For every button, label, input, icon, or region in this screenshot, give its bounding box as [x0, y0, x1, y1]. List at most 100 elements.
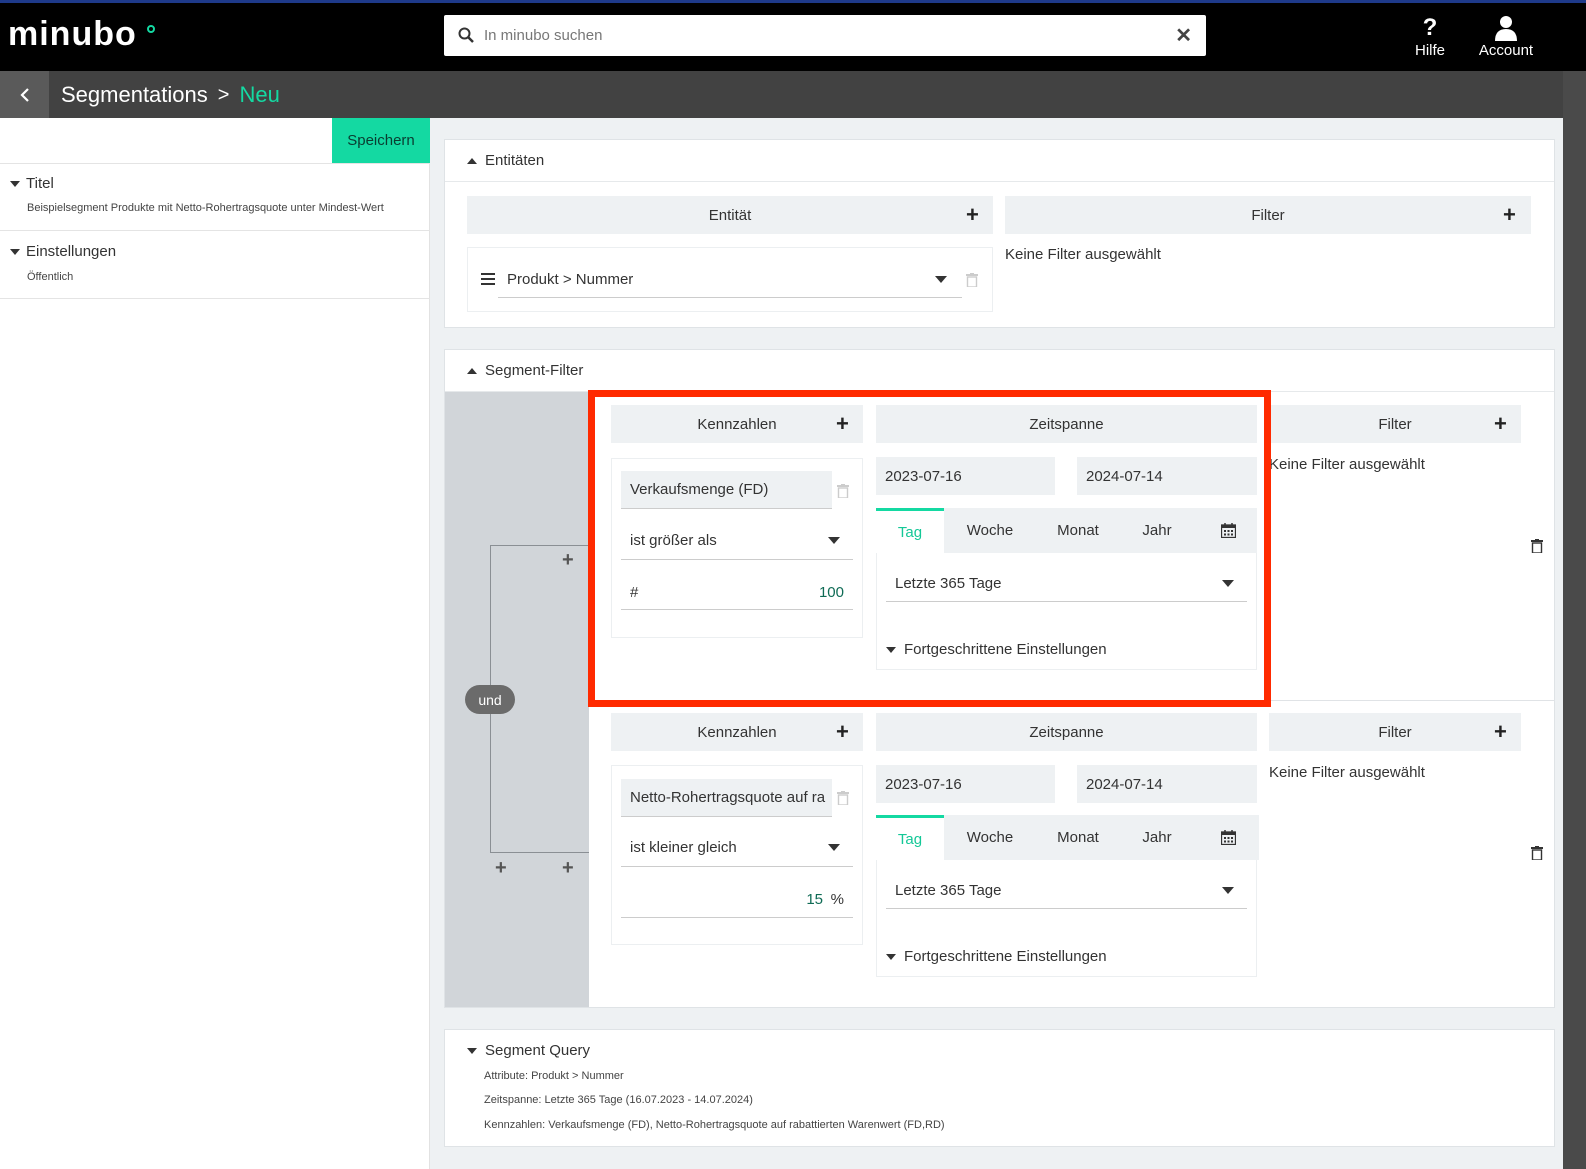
breadcrumb-current: Neu: [239, 82, 280, 107]
minubo-logo[interactable]: minubo: [8, 12, 158, 52]
svg-text:minubo: minubo: [8, 15, 137, 52]
add-filter-icon[interactable]: +: [1494, 413, 1507, 435]
add-metric-icon[interactable]: +: [836, 721, 849, 743]
entity-no-filter-text: Keine Filter ausgewählt: [1005, 246, 1161, 263]
scrollbar[interactable]: [1563, 71, 1586, 1169]
trash-icon[interactable]: [1531, 539, 1543, 553]
search-bar[interactable]: In minubo suchen ✕: [444, 15, 1206, 56]
collapse-icon: [467, 1047, 477, 1054]
segment-filter-title: Segment-Filter: [485, 362, 584, 379]
divider: [445, 181, 1554, 182]
segment-query-title: Segment Query: [485, 1042, 591, 1059]
help-label: Hilfe: [1414, 42, 1445, 59]
metric-field[interactable]: Netto-Rohertragsquote auf ra: [621, 779, 832, 817]
zeitspanne-header-label: Zeitspanne: [1029, 723, 1104, 741]
breadcrumb-parent[interactable]: Segmentations: [61, 82, 208, 108]
back-button[interactable]: [0, 71, 49, 118]
entity-header: Entität: [467, 196, 993, 234]
trash-icon[interactable]: [837, 791, 849, 805]
entity-filter-header: Filter: [1005, 196, 1531, 234]
date-from-field[interactable]: 2023-07-16: [876, 765, 1055, 803]
help-icon: ?: [1422, 14, 1438, 41]
title-section: Titel Beispielsegment Produkte mit Netto…: [0, 163, 430, 231]
date-from-value: 2023-07-16: [885, 775, 962, 793]
advanced-settings-toggle[interactable]: Fortgeschrittene Einstellungen: [886, 948, 1107, 965]
collapse-icon: [467, 157, 477, 164]
add-group-icon[interactable]: +: [495, 858, 507, 878]
tab-tag[interactable]: Tag: [876, 815, 944, 860]
operator-value: ist kleiner gleich: [630, 839, 737, 856]
zeitspanne-header: Zeitspanne: [876, 713, 1257, 751]
and-connector[interactable]: und: [465, 685, 515, 714]
breadcrumb-separator: >: [217, 83, 230, 106]
advanced-settings-label: Fortgeschrittene Einstellungen: [904, 948, 1107, 965]
chevron-down-icon: [1222, 887, 1234, 894]
highlight-box: [588, 390, 1271, 707]
clear-search-icon[interactable]: ✕: [1175, 23, 1192, 48]
segment-filter-header[interactable]: Segment-Filter: [467, 362, 583, 379]
chevron-down-icon: [828, 844, 840, 851]
filter-header-label: Filter: [1378, 415, 1412, 433]
entities-header[interactable]: Entitäten: [467, 152, 544, 169]
no-filter-text: Keine Filter ausgewählt: [1269, 764, 1425, 781]
kennzahlen-header-label: Kennzahlen: [697, 723, 777, 741]
expand-icon: [886, 953, 896, 960]
chevron-left-icon: [19, 87, 29, 102]
query-attribute-line: Attribute: Produkt > Nummer: [484, 1070, 624, 1082]
no-filter-text: Keine Filter ausgewählt: [1269, 456, 1425, 473]
granularity-tabs: Tag Woche Monat Jahr: [876, 815, 1259, 860]
settings-section-header[interactable]: Einstellungen: [10, 243, 116, 260]
breadcrumb: Segmentations > Neu: [61, 82, 280, 108]
settings-value: Öffentlich: [27, 271, 74, 283]
trash-icon[interactable]: [1531, 846, 1543, 860]
add-entity-filter-icon[interactable]: +: [1503, 204, 1516, 226]
date-to-field[interactable]: 2024-07-14: [1077, 765, 1257, 803]
tab-woche[interactable]: Woche: [951, 815, 1029, 860]
entity-header-label: Entität: [708, 206, 752, 224]
help-button[interactable]: ? Hilfe: [1408, 14, 1452, 59]
tab-jahr[interactable]: Jahr: [1122, 815, 1192, 860]
drag-handle-icon[interactable]: [481, 273, 495, 285]
value-suffix: %: [830, 891, 844, 908]
chevron-down-icon: [935, 276, 947, 283]
collapse-icon: [467, 367, 477, 374]
entity-filter-header-label: Filter: [1251, 206, 1285, 224]
kennzahlen-header: Kennzahlen: [611, 713, 863, 751]
query-kennzahlen-line: Kennzahlen: Verkaufsmenge (FD), Netto-Ro…: [484, 1119, 945, 1131]
query-zeitspanne-line: Zeitspanne: Letzte 365 Tage (16.07.2023 …: [484, 1094, 753, 1106]
collapse-icon: [10, 180, 20, 187]
add-filter-icon[interactable]: +: [1494, 721, 1507, 743]
date-to-value: 2024-07-14: [1086, 775, 1163, 793]
add-condition-icon[interactable]: +: [562, 550, 574, 570]
entity-select[interactable]: Produkt > Nummer: [498, 262, 962, 298]
user-icon: [1473, 14, 1539, 42]
range-select[interactable]: Letzte 365 Tage: [886, 872, 1247, 909]
search-icon: [458, 27, 474, 43]
collapse-icon: [10, 248, 20, 255]
metric-value: Netto-Rohertragsquote auf ra: [630, 789, 826, 806]
entity-select-value: Produkt > Nummer: [507, 271, 634, 288]
add-entity-icon[interactable]: +: [966, 204, 979, 226]
value-input[interactable]: 15 %: [621, 883, 853, 918]
trash-icon[interactable]: [966, 273, 978, 287]
account-button[interactable]: Account: [1473, 14, 1539, 59]
account-label: Account: [1478, 42, 1534, 59]
title-section-label: Titel: [26, 175, 54, 192]
settings-section: Einstellungen Öffentlich: [0, 231, 430, 299]
entities-title: Entitäten: [485, 152, 545, 169]
search-placeholder: In minubo suchen: [484, 27, 603, 44]
settings-section-label: Einstellungen: [26, 243, 117, 260]
filter-header-label: Filter: [1378, 723, 1412, 741]
title-section-header[interactable]: Titel: [10, 175, 54, 192]
add-condition-icon[interactable]: +: [562, 858, 574, 878]
segment-query-header[interactable]: Segment Query: [467, 1042, 590, 1059]
filter-header: Filter: [1269, 713, 1521, 751]
tab-monat[interactable]: Monat: [1039, 815, 1117, 860]
calendar-icon[interactable]: [1204, 815, 1252, 860]
filter-header: Filter: [1269, 405, 1521, 443]
range-value: Letzte 365 Tage: [895, 882, 1002, 899]
save-button[interactable]: Speichern: [332, 118, 430, 163]
operator-select[interactable]: ist kleiner gleich: [621, 830, 853, 867]
value-number: 15: [806, 891, 823, 908]
title-value: Beispielsegment Produkte mit Netto-Roher…: [27, 202, 384, 214]
